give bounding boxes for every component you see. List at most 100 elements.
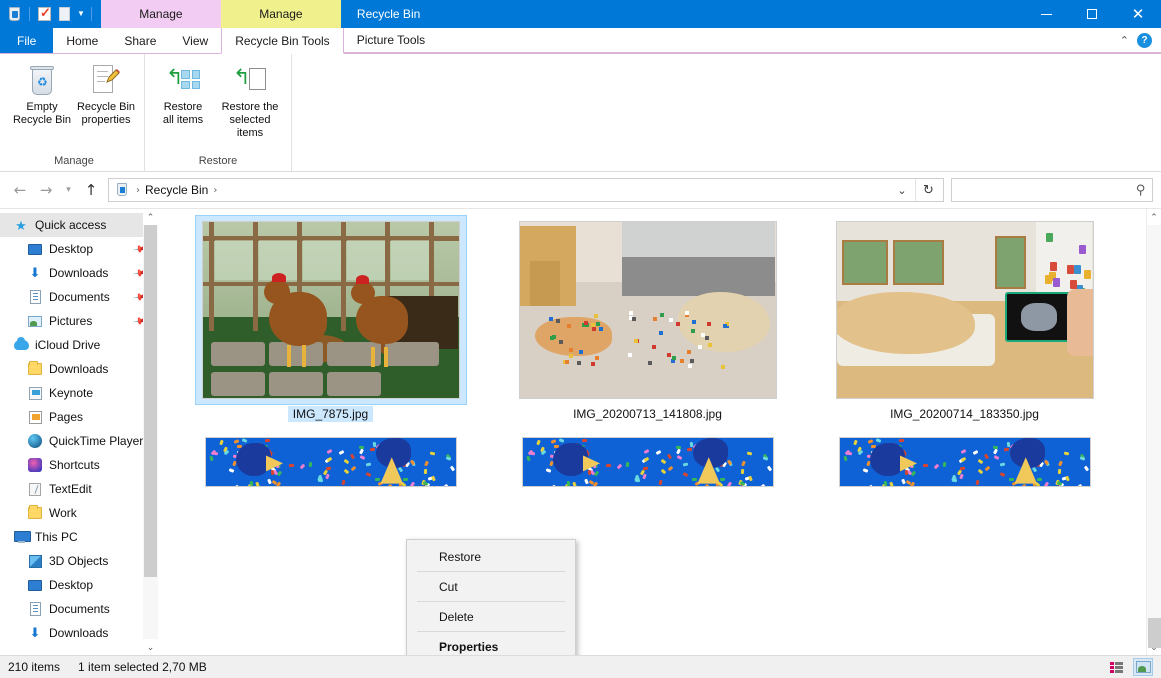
new-folder-icon[interactable]	[56, 6, 73, 23]
sidebar-item-downloads[interactable]: ⬇ Downloads	[0, 621, 158, 645]
minimize-button[interactable]	[1023, 0, 1069, 28]
file-tile[interactable]	[489, 438, 806, 494]
tab-home[interactable]: Home	[53, 28, 111, 53]
help-icon[interactable]: ?	[1137, 32, 1152, 48]
sidebar-item-3d-objects[interactable]: 3D Objects	[0, 549, 158, 573]
tab-picture-tools[interactable]: Picture Tools	[343, 28, 439, 53]
back-button[interactable]: ←	[8, 178, 32, 202]
sidebar-item-label: Shortcuts	[49, 458, 100, 472]
textedit-icon	[26, 481, 44, 497]
tab-file[interactable]: File	[0, 28, 54, 53]
recycle-bin-properties-label-2: properties	[81, 114, 131, 126]
sidebar-item-icloud-drive[interactable]: iCloud Drive	[0, 333, 158, 357]
address-field[interactable]: › Recycle Bin › ⌄ ↻	[108, 178, 944, 202]
context-menu-item-delete[interactable]: Delete	[407, 602, 575, 631]
pencil-icon	[106, 69, 120, 83]
sidebar-item-downloads[interactable]: Downloads	[0, 357, 158, 381]
tab-view[interactable]: View	[169, 28, 221, 53]
restore-selected-items-button[interactable]: ↰ Restore the selected items	[215, 58, 285, 144]
recent-locations-button[interactable]: ▾	[60, 178, 77, 202]
maximize-button[interactable]	[1069, 0, 1115, 28]
ribbon-group-manage: ♻ Empty Recycle Bin Recycle Bin properti…	[4, 54, 145, 171]
pictures-icon	[26, 313, 44, 329]
sidebar-item-desktop[interactable]: Desktop 📌	[0, 237, 158, 261]
explorer-body: ★ Quick access Desktop 📌 ⬇ Downloads 📌 Document…	[0, 208, 1161, 655]
content-scrollbar[interactable]: ⌃ ⌄	[1146, 209, 1161, 655]
sidebar-item-work[interactable]: Work	[0, 501, 158, 525]
context-menu-item-properties[interactable]: Properties	[407, 632, 575, 655]
recycle-bin-properties-icon	[91, 62, 121, 98]
sidebar-item-label: iCloud Drive	[35, 338, 101, 352]
file-tile[interactable]: IMG_20200714_183350.jpg	[806, 213, 1123, 426]
sidebar-item-label: TextEdit	[49, 482, 92, 496]
file-list-pane[interactable]: IMG_7875.jpg IMG_20200713_141808.jpg IMG_2…	[158, 209, 1161, 655]
scroll-up-icon[interactable]: ⌃	[143, 209, 158, 225]
restore-all-items-label-1: Restore	[163, 101, 203, 113]
search-input[interactable]	[958, 183, 1137, 197]
thumbnail-container[interactable]	[194, 215, 467, 405]
chevron-down-icon[interactable]: ⌄	[889, 179, 915, 201]
sidebar-item-quick-access[interactable]: ★ Quick access	[0, 213, 158, 237]
sidebar-item-documents[interactable]: Documents	[0, 597, 158, 621]
sidebar-item-label: Keynote	[49, 386, 94, 400]
chevron-down-icon[interactable]: ▼	[76, 10, 85, 18]
recycle-bin-properties-button[interactable]: Recycle Bin properties	[74, 58, 138, 131]
recycle-bin-icon	[114, 182, 130, 198]
search-box[interactable]: ⚲	[951, 178, 1153, 202]
context-menu: Restore Cut Delete Properties	[406, 539, 576, 655]
forward-button[interactable]: →	[34, 178, 58, 202]
file-tile[interactable]	[172, 438, 489, 494]
sidebar-item-quicktime-player[interactable]: QuickTime Player	[0, 429, 158, 453]
close-button[interactable]: ✕	[1115, 0, 1161, 28]
tab-recycle-bin-tools[interactable]: Recycle Bin Tools	[221, 28, 344, 54]
breadcrumb-separator[interactable]: ›	[210, 185, 220, 196]
icloud-icon	[12, 337, 30, 353]
address-bar: ← → ▾ ↑ › Recycle Bin › ⌄ ↻ ⚲	[0, 172, 1161, 208]
collapse-ribbon-icon[interactable]: ⌃	[1120, 34, 1129, 47]
recycle-bin-properties-label-1: Recycle Bin	[76, 101, 136, 113]
sidebar-item-documents[interactable]: Documents 📌	[0, 285, 158, 309]
sidebar-item-pages[interactable]: Pages	[0, 405, 158, 429]
tab-share[interactable]: Share	[111, 28, 169, 53]
navigation-pane: ★ Quick access Desktop 📌 ⬇ Downloads 📌 Document…	[0, 209, 158, 655]
sidebar-item-this-pc[interactable]: This PC	[0, 525, 158, 549]
file-tile[interactable]: IMG_20200713_141808.jpg	[489, 213, 806, 426]
details-view-button[interactable]	[1107, 658, 1127, 676]
up-button[interactable]: ↑	[79, 178, 103, 202]
content-scroll-track[interactable]	[1146, 225, 1161, 648]
sidebar-item-pictures[interactable]: Pictures 📌	[0, 309, 158, 333]
thumbnail-container[interactable]	[829, 215, 1101, 405]
breadcrumb-recycle-bin[interactable]: Recycle Bin	[143, 183, 210, 197]
file-thumbnail	[205, 438, 456, 486]
sidebar-scroll-thumb[interactable]	[144, 225, 157, 577]
sidebar-scrollbar[interactable]: ⌃ ⌄	[143, 209, 158, 655]
sidebar-item-label: Downloads	[49, 266, 109, 280]
scroll-down-icon[interactable]: ⌄	[143, 639, 158, 655]
recycle-bin-icon[interactable]	[6, 6, 23, 23]
empty-recycle-bin-label-1: Empty	[26, 101, 58, 113]
context-menu-item-cut[interactable]: Cut	[407, 572, 575, 601]
sidebar-item-desktop[interactable]: Desktop	[0, 573, 158, 597]
refresh-icon[interactable]: ↻	[915, 179, 941, 201]
thumbnail-container[interactable]	[512, 215, 784, 405]
content-scroll-thumb[interactable]	[1147, 618, 1161, 648]
sidebar-item-textedit[interactable]: TextEdit	[0, 477, 158, 501]
details-view-icon	[1110, 661, 1124, 673]
sidebar-scroll-track[interactable]	[143, 225, 158, 639]
restore-all-items-button[interactable]: ↰ Restore all items	[151, 58, 215, 131]
properties-icon[interactable]	[36, 5, 53, 23]
large-icons-view-button[interactable]	[1133, 658, 1153, 676]
tab-strip-filler	[438, 28, 1111, 53]
contextual-group-recycle-bin: Manage	[100, 0, 221, 28]
context-menu-item-restore[interactable]: Restore	[407, 542, 575, 571]
empty-recycle-bin-button[interactable]: ♻ Empty Recycle Bin	[10, 58, 74, 131]
file-tile[interactable]: IMG_7875.jpg	[172, 213, 489, 426]
sidebar-item-label: Pictures	[49, 314, 93, 328]
sidebar-item-shortcuts[interactable]: Shortcuts	[0, 453, 158, 477]
file-tile[interactable]	[806, 438, 1123, 494]
scroll-up-icon[interactable]: ⌃	[1147, 209, 1161, 225]
sidebar-item-label: This PC	[35, 530, 78, 544]
sidebar-item-downloads[interactable]: ⬇ Downloads 📌	[0, 261, 158, 285]
sidebar-item-keynote[interactable]: Keynote	[0, 381, 158, 405]
status-selection-info: 1 item selected 2,70 MB	[78, 660, 207, 674]
